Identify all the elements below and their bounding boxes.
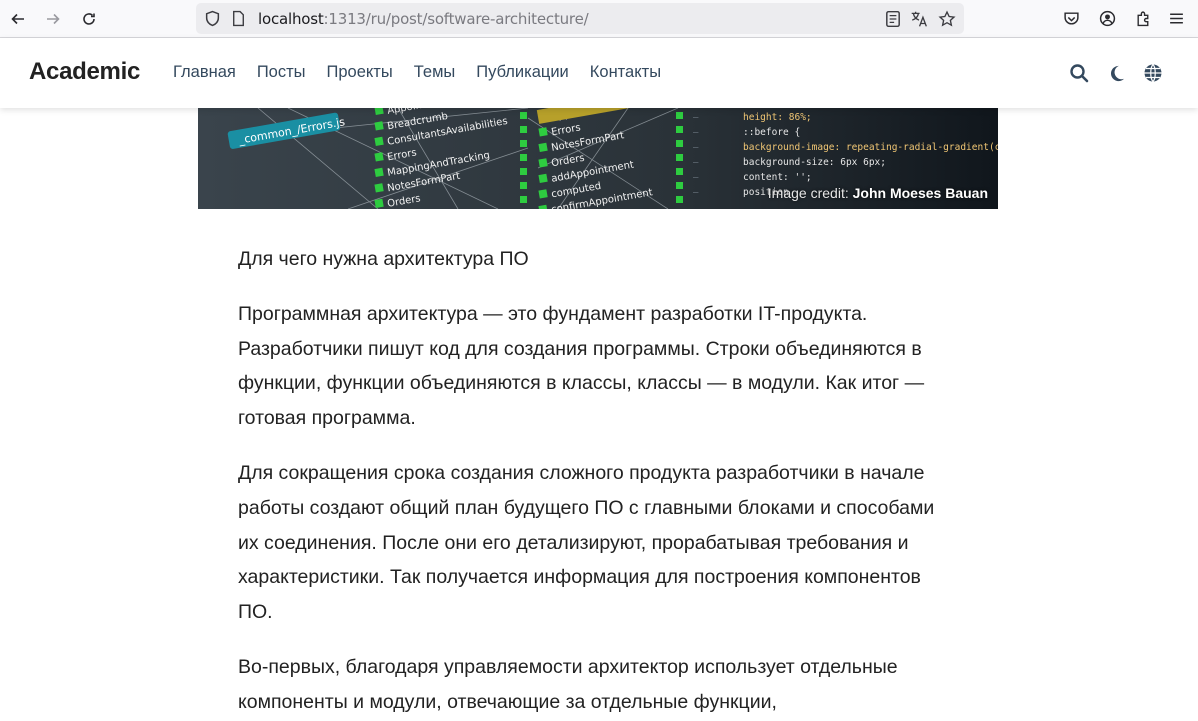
language-button[interactable] [1142, 62, 1164, 84]
menu-item-home[interactable]: Главная [173, 63, 236, 82]
article-body: Для чего нужна архитектура ПО Программна… [238, 242, 958, 721]
reader-view-icon[interactable] [884, 10, 902, 28]
menu-item-posts[interactable]: Посты [257, 63, 306, 82]
dark-mode-toggle[interactable] [1105, 62, 1127, 84]
globe-icon [1144, 64, 1162, 82]
item-marker [538, 127, 548, 137]
code-line-number: — [693, 113, 699, 123]
app-menu-button[interactable] [1166, 8, 1186, 28]
reload-button[interactable] [76, 6, 102, 32]
code-line: content: ''; [743, 172, 812, 183]
menu-item-contacts[interactable]: Контакты [590, 63, 661, 82]
code-line-number: — [693, 188, 699, 198]
site-header: Academic Главная Посты Проекты Темы Публ… [0, 38, 1198, 108]
code-line-number: — [693, 158, 699, 168]
item-marker [538, 142, 548, 153]
image-credit: Image credit: John Moeses Bauan [768, 185, 988, 201]
item-marker [520, 168, 527, 175]
article-paragraph: Программная архитектура — это фундамент … [238, 302, 925, 430]
item-marker [374, 152, 384, 162]
item-marker [676, 182, 683, 189]
pocket-button[interactable] [1061, 8, 1081, 28]
article-paragraph: Во-первых, благодаря управляемости архит… [238, 655, 898, 713]
account-icon [1099, 10, 1115, 26]
browser-toolbar: localhost:1313/ru/post/software-architec… [0, 0, 1198, 38]
image-credit-label: Image credit: [767, 185, 853, 201]
image-credit-author[interactable]: John Moeses Bauan [853, 185, 988, 201]
item-marker [374, 183, 384, 193]
menu-item-projects[interactable]: Проекты [327, 63, 393, 82]
item-marker [676, 196, 683, 203]
search-button[interactable] [1068, 62, 1090, 84]
item-marker [520, 154, 527, 161]
item-marker [676, 140, 683, 147]
back-button[interactable] [5, 6, 31, 32]
menu-item-publications[interactable]: Публикации [476, 63, 569, 82]
item-marker [538, 173, 548, 184]
featured-image: _common_/Errors.jsAppointmentBreadcrumbC… [198, 108, 998, 209]
arrow-left-icon [11, 13, 24, 25]
url-path: :1313/ru/post/software-architecture/ [323, 10, 589, 28]
hamburger-icon [1169, 12, 1183, 24]
shield-icon[interactable] [204, 10, 221, 27]
item-marker [520, 182, 527, 189]
code-line-number: — [693, 173, 699, 183]
item-marker [520, 126, 527, 133]
account-button[interactable] [1097, 8, 1117, 28]
item-marker [676, 154, 683, 161]
url-text[interactable]: localhost:1313/ru/post/software-architec… [258, 10, 589, 28]
item-marker [520, 140, 527, 147]
pocket-icon [1063, 11, 1079, 25]
code-line: height: 86%; [743, 112, 812, 123]
item-marker [374, 136, 384, 147]
item-marker [676, 126, 683, 133]
item-marker [538, 189, 548, 199]
reload-icon [83, 13, 95, 25]
bookmark-star-icon[interactable] [938, 10, 956, 28]
site-brand[interactable]: Academic [29, 58, 140, 86]
code-line-number: — [693, 143, 699, 153]
arrow-right-icon [47, 13, 60, 25]
extensions-button[interactable] [1133, 8, 1153, 28]
code-line: background-size: 6px 6px; [743, 157, 886, 168]
item-marker [676, 168, 683, 175]
item-marker [520, 112, 527, 119]
code-line: ::before { [743, 127, 800, 138]
page-icon[interactable] [230, 10, 247, 27]
item-marker [374, 121, 384, 131]
forward-button[interactable] [40, 6, 66, 32]
puzzle-icon [1136, 11, 1148, 26]
code-line-number: — [693, 128, 699, 138]
url-host: localhost [258, 10, 324, 28]
item-marker [538, 158, 548, 168]
main-menu: Главная Посты Проекты Темы Публикации Ко… [173, 63, 661, 82]
menu-item-topics[interactable]: Темы [414, 63, 456, 82]
address-bar[interactable]: localhost:1313/ru/post/software-architec… [196, 3, 964, 34]
search-icon [1070, 64, 1089, 83]
article-paragraph: Для сокращения срока создания сложного п… [238, 461, 935, 624]
item-marker [520, 196, 527, 203]
item-marker [374, 167, 384, 178]
code-line: background-image: repeating-radial-gradi… [743, 142, 998, 153]
translate-icon[interactable] [910, 10, 928, 28]
item-marker [676, 112, 683, 119]
item-marker [374, 198, 384, 209]
article-paragraph: Для чего нужна архитектура ПО [238, 248, 529, 270]
moon-icon [1110, 65, 1124, 81]
